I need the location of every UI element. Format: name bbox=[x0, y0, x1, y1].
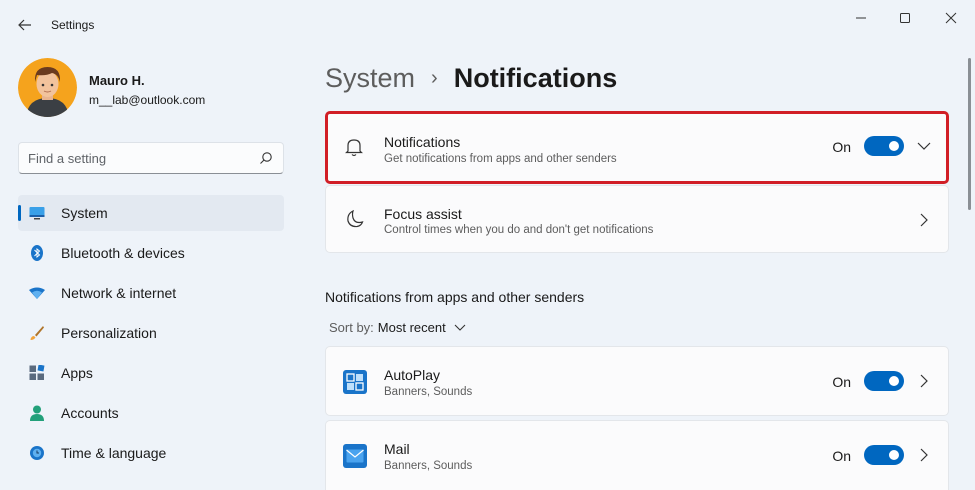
mail-toggle[interactable] bbox=[864, 445, 904, 465]
brush-icon bbox=[29, 325, 45, 341]
card-subtitle: Get notifications from apps and other se… bbox=[384, 153, 617, 165]
bluetooth-icon bbox=[29, 245, 45, 261]
sort-value: Most recent bbox=[377, 320, 446, 335]
page-title: Notifications bbox=[453, 62, 618, 93]
sidebar-item-bluetooth[interactable]: Bluetooth & devices bbox=[18, 235, 284, 271]
breadcrumb-separator: › bbox=[431, 66, 438, 89]
toggle-knob bbox=[889, 450, 899, 460]
back-button[interactable] bbox=[12, 12, 38, 38]
sidebar-item-time-language[interactable]: Time & language bbox=[18, 435, 284, 471]
globe-clock-icon bbox=[29, 445, 45, 461]
toggle-knob bbox=[889, 376, 899, 386]
minimize-button[interactable] bbox=[846, 6, 876, 30]
sidebar-item-label: Accounts bbox=[61, 405, 119, 421]
toggle-state-label: On bbox=[832, 139, 851, 155]
sort-dropdown[interactable]: Sort by: Most recent bbox=[329, 320, 466, 335]
moon-icon bbox=[343, 208, 365, 230]
breadcrumb: System › Notifications bbox=[325, 58, 617, 98]
maximize-button[interactable] bbox=[890, 6, 920, 30]
close-button[interactable] bbox=[936, 6, 966, 30]
app-row-autoplay[interactable]: AutoPlay Banners, Sounds On bbox=[325, 346, 949, 416]
focus-assist-card[interactable]: Focus assist Control times when you do a… bbox=[325, 185, 949, 253]
app-detail: Banners, Sounds bbox=[384, 460, 473, 472]
sidebar-item-system[interactable]: System bbox=[18, 195, 284, 231]
app-detail: Banners, Sounds bbox=[384, 386, 473, 398]
profile-name: Mauro H. bbox=[89, 73, 145, 88]
toggle-state-label: On bbox=[832, 374, 851, 390]
app-title: Settings bbox=[51, 18, 95, 32]
toggle-knob bbox=[889, 141, 899, 151]
sidebar-item-label: Network & internet bbox=[61, 285, 177, 301]
chevron-down-icon bbox=[454, 324, 466, 331]
close-icon bbox=[945, 12, 957, 24]
minimize-icon bbox=[856, 17, 866, 19]
scrollbar[interactable] bbox=[968, 58, 971, 210]
avatar bbox=[18, 58, 77, 117]
search-input[interactable] bbox=[28, 149, 248, 167]
person-icon bbox=[29, 405, 45, 421]
autoplay-toggle[interactable] bbox=[864, 371, 904, 391]
sidebar-item-label: System bbox=[61, 205, 108, 221]
chevron-down-icon[interactable] bbox=[916, 138, 932, 154]
search-box[interactable] bbox=[18, 142, 284, 174]
wifi-icon bbox=[29, 285, 45, 301]
notifications-toggle[interactable] bbox=[864, 136, 904, 156]
chevron-right-icon[interactable] bbox=[916, 212, 932, 228]
card-subtitle: Control times when you do and don't get … bbox=[384, 224, 654, 236]
sidebar-item-accounts[interactable]: Accounts bbox=[18, 395, 284, 431]
sidebar-item-network[interactable]: Network & internet bbox=[18, 275, 284, 311]
toggle-state-label: On bbox=[832, 448, 851, 464]
app-name: Mail bbox=[384, 441, 410, 457]
sidebar-item-label: Time & language bbox=[61, 445, 167, 461]
app-name: AutoPlay bbox=[384, 367, 441, 383]
autoplay-icon bbox=[343, 370, 367, 394]
sidebar-item-label: Apps bbox=[61, 365, 93, 381]
chevron-right-icon[interactable] bbox=[916, 447, 932, 463]
card-title: Notifications bbox=[384, 134, 461, 150]
app-row-mail[interactable]: Mail Banners, Sounds On bbox=[325, 420, 949, 490]
title-bar: Settings bbox=[0, 0, 975, 48]
chevron-right-icon[interactable] bbox=[916, 373, 932, 389]
bell-icon bbox=[343, 136, 365, 158]
monitor-icon bbox=[29, 205, 45, 221]
sidebar-item-apps[interactable]: Apps bbox=[18, 355, 284, 391]
apps-icon bbox=[29, 365, 45, 381]
profile-email: m__lab@outlook.com bbox=[89, 93, 206, 107]
breadcrumb-parent[interactable]: System bbox=[325, 63, 415, 94]
mail-icon bbox=[343, 444, 367, 468]
sort-label: Sort by: bbox=[329, 320, 374, 335]
sidebar-item-personalization[interactable]: Personalization bbox=[18, 315, 284, 351]
search-icon[interactable] bbox=[259, 151, 273, 165]
sidebar-nav: System Bluetooth & devices Network & int… bbox=[18, 195, 284, 475]
sidebar-item-label: Bluetooth & devices bbox=[61, 245, 185, 261]
back-arrow-icon bbox=[18, 19, 31, 31]
card-title: Focus assist bbox=[384, 206, 462, 222]
maximize-icon bbox=[900, 13, 910, 23]
section-title: Notifications from apps and other sender… bbox=[325, 289, 585, 305]
sidebar-item-label: Personalization bbox=[61, 325, 157, 341]
notifications-card[interactable]: Notifications Get notifications from app… bbox=[325, 111, 949, 184]
